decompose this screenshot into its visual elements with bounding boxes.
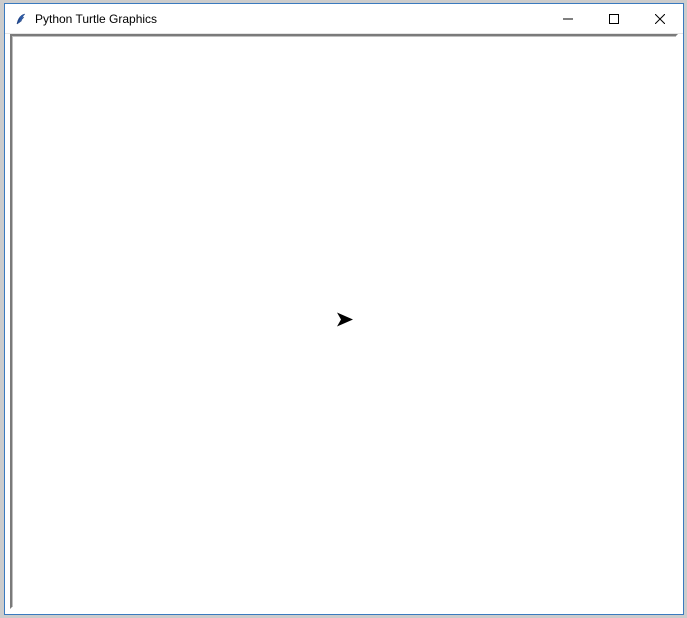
close-icon: [655, 14, 665, 24]
maximize-button[interactable]: [591, 4, 637, 33]
minimize-button[interactable]: [545, 4, 591, 33]
window-controls: [545, 4, 683, 33]
window-body: [5, 34, 683, 614]
maximize-icon: [609, 14, 619, 24]
minimize-icon: [563, 14, 573, 24]
application-window: Python Turtle Graphics: [4, 3, 684, 615]
close-button[interactable]: [637, 4, 683, 33]
turtle-arrow-icon: [337, 313, 353, 327]
turtle-canvas[interactable]: [10, 34, 678, 609]
feather-icon: [13, 11, 29, 27]
canvas-inner: [12, 36, 676, 607]
window-title: Python Turtle Graphics: [35, 12, 545, 26]
titlebar[interactable]: Python Turtle Graphics: [5, 4, 683, 34]
turtle-cursor: [337, 313, 353, 332]
